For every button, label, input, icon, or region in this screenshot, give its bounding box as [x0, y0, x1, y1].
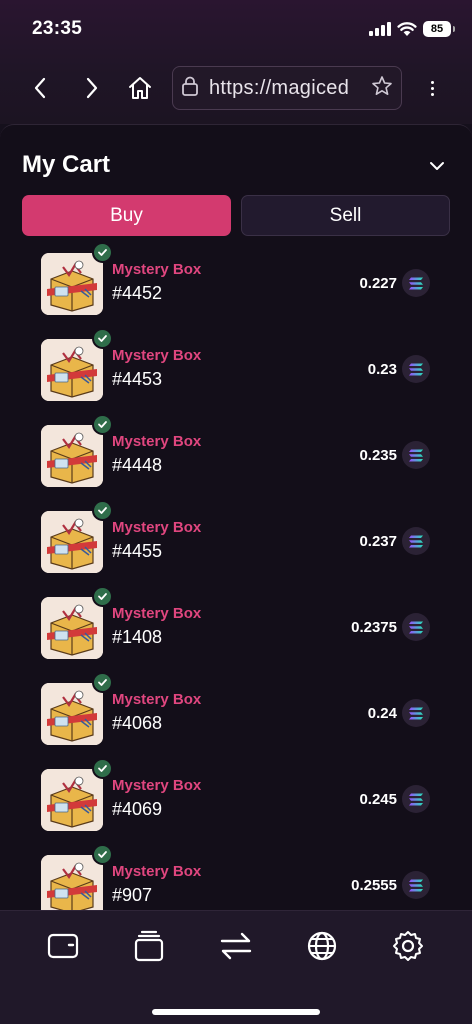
- cart-title: My Cart: [22, 151, 111, 178]
- status-time: 23:35: [32, 18, 83, 39]
- item-price: 0.235: [359, 447, 397, 464]
- solana-icon: [402, 699, 430, 727]
- mystery-box-thumbnail: [41, 511, 103, 573]
- check-icon: [92, 672, 113, 693]
- swap-icon[interactable]: [219, 929, 253, 963]
- item-name: Mystery Box: [112, 261, 202, 278]
- item-name: Mystery Box: [112, 347, 202, 364]
- url-text[interactable]: https://magiced: [209, 77, 371, 100]
- check-icon: [92, 586, 113, 607]
- list-item[interactable]: Mystery Box #907 0.2555: [0, 844, 472, 910]
- item-name: Mystery Box: [112, 519, 202, 536]
- star-icon[interactable]: [371, 75, 393, 102]
- home-icon[interactable]: [126, 74, 154, 102]
- solana-icon: [402, 269, 430, 297]
- solana-icon: [402, 613, 430, 641]
- status-bar: 23:35 85: [0, 0, 472, 58]
- buy-tab[interactable]: Buy: [22, 195, 231, 236]
- check-icon: [92, 242, 113, 263]
- check-icon: [92, 414, 113, 435]
- browser-chrome: 23:35 85 https://magiced: [0, 0, 472, 124]
- item-price: 0.2555: [351, 877, 397, 894]
- item-price: 0.237: [359, 533, 397, 550]
- list-item[interactable]: Mystery Box #4455 0.237: [0, 500, 472, 595]
- cart-panel: My Cart Buy Sell Mystery Box #4452 0.227…: [0, 124, 472, 910]
- item-id: #4069: [112, 799, 163, 819]
- list-item[interactable]: Mystery Box #4448 0.235: [0, 414, 472, 509]
- list-item[interactable]: Mystery Box #4452 0.227: [0, 242, 472, 337]
- chevron-down-icon[interactable]: [426, 155, 448, 177]
- mystery-box-thumbnail: [41, 253, 103, 315]
- list-item[interactable]: Mystery Box #4453 0.23: [0, 328, 472, 423]
- item-id: #4068: [112, 713, 163, 733]
- mystery-box-thumbnail: [41, 769, 103, 831]
- item-id: #1408: [112, 627, 163, 647]
- item-price: 0.227: [359, 275, 397, 292]
- list-item[interactable]: Mystery Box #1408 0.2375: [0, 586, 472, 681]
- back-icon[interactable]: [26, 74, 54, 102]
- list-item[interactable]: Mystery Box #4069 0.245: [0, 758, 472, 853]
- item-id: #907: [112, 885, 153, 905]
- battery-icon: 85: [423, 21, 455, 37]
- lock-icon: [181, 76, 199, 101]
- mystery-box-thumbnail: [41, 425, 103, 487]
- item-name: Mystery Box: [112, 691, 202, 708]
- item-price: 0.2375: [351, 619, 397, 636]
- item-price: 0.23: [367, 361, 397, 378]
- home-indicator: [152, 1009, 320, 1015]
- list-item[interactable]: Mystery Box #4068 0.24: [0, 672, 472, 767]
- cellular-signal-icon: [369, 22, 391, 36]
- item-id: #4452: [112, 283, 163, 303]
- mystery-box-thumbnail: [41, 339, 103, 401]
- solana-icon: [402, 527, 430, 555]
- browser-nav: https://magiced: [0, 66, 472, 110]
- item-name: Mystery Box: [112, 605, 202, 622]
- check-icon: [92, 758, 113, 779]
- item-name: Mystery Box: [112, 433, 202, 450]
- collection-icon[interactable]: [132, 929, 166, 963]
- item-name: Mystery Box: [112, 777, 202, 794]
- item-price: 0.245: [359, 791, 397, 808]
- check-icon: [92, 500, 113, 521]
- wifi-icon: [397, 21, 417, 37]
- more-menu-icon[interactable]: [420, 74, 444, 102]
- check-icon: [92, 844, 113, 865]
- bottom-tab-bar: [0, 910, 472, 1024]
- item-name: Mystery Box: [112, 863, 202, 880]
- mystery-box-thumbnail: [41, 855, 103, 910]
- mystery-box-thumbnail: [41, 597, 103, 659]
- solana-icon: [402, 355, 430, 383]
- mystery-box-thumbnail: [41, 683, 103, 745]
- sell-tab[interactable]: Sell: [241, 195, 450, 236]
- settings-icon[interactable]: [391, 929, 425, 963]
- check-icon: [92, 328, 113, 349]
- solana-icon: [402, 785, 430, 813]
- solana-icon: [402, 871, 430, 899]
- solana-icon: [402, 441, 430, 469]
- item-id: #4455: [112, 541, 163, 561]
- item-id: #4448: [112, 455, 163, 475]
- url-bar[interactable]: https://magiced: [172, 66, 402, 110]
- item-id: #4453: [112, 369, 163, 389]
- wallet-icon[interactable]: [46, 929, 80, 963]
- globe-icon[interactable]: [305, 929, 339, 963]
- forward-icon[interactable]: [78, 74, 106, 102]
- item-price: 0.24: [367, 705, 397, 722]
